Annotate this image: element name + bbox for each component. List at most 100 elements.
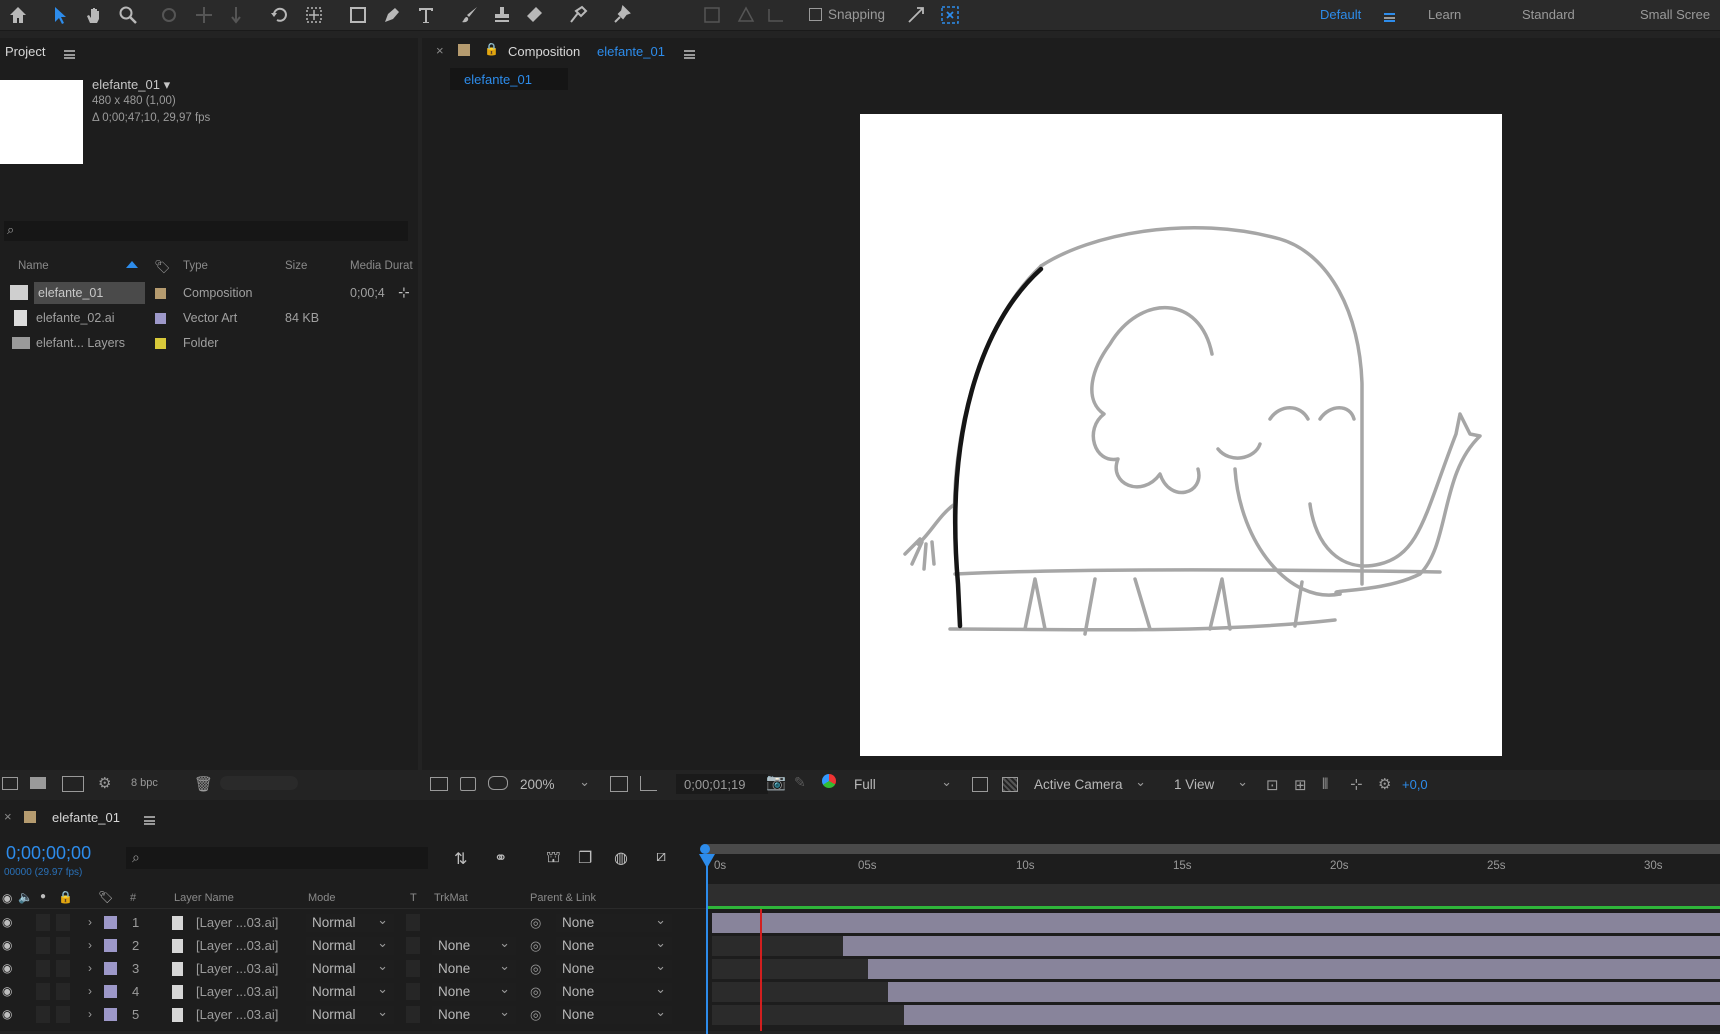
layer-duration-bar[interactable] — [843, 936, 1720, 956]
layer-mode-dropdown[interactable]: Normal — [306, 980, 394, 1001]
workspace-learn[interactable]: Learn — [1428, 7, 1461, 22]
time-ruler[interactable]: 0s 05s 10s 15s 20s 25s 30s — [706, 854, 1720, 884]
vr-view-icon[interactable] — [488, 776, 508, 790]
eye-icon[interactable]: ◉ — [2, 915, 12, 929]
dolly-camera-icon[interactable] — [224, 3, 248, 27]
label-tag-icon[interactable]: 🏷 — [154, 259, 171, 275]
eye-icon[interactable]: ◉ — [2, 961, 12, 975]
clone-stamp-tool-icon[interactable] — [490, 3, 514, 27]
solo-toggle[interactable] — [36, 983, 50, 1000]
preserve-transparency-toggle[interactable] — [406, 1006, 420, 1023]
layer-mode-dropdown[interactable]: Normal — [306, 1003, 394, 1024]
graph-editor-icon[interactable]: ⧄ — [656, 848, 666, 866]
selection-tool-icon[interactable] — [48, 3, 72, 27]
preview-icon[interactable] — [460, 777, 476, 791]
preserve-transparency-toggle[interactable] — [406, 983, 420, 1000]
layer-duration-bar[interactable] — [903, 1005, 1720, 1025]
parent-link-dropdown[interactable]: None — [556, 957, 672, 978]
label-color-swatch[interactable] — [155, 338, 166, 349]
motion-blur-icon[interactable]: ◍ — [614, 848, 628, 868]
eraser-tool-icon[interactable] — [522, 3, 546, 27]
always-preview-icon[interactable] — [430, 777, 448, 791]
eye-icon[interactable]: ◉ — [2, 1007, 12, 1021]
project-item-row[interactable]: elefante_01 Composition 0;00;4 ⊹ — [0, 282, 418, 305]
project-item-row[interactable]: elefant... Layers Folder — [0, 332, 418, 355]
layer-mode-dropdown[interactable]: Normal — [306, 934, 394, 955]
solo-toggle[interactable] — [36, 937, 50, 954]
timeline-layer-row[interactable]: ◉ › 3 [Layer ...03.ai] Normal None ◎ None — [0, 957, 1720, 980]
column-parent-link[interactable]: Parent & Link — [530, 892, 596, 904]
flowchart-icon[interactable]: ⊹ — [398, 284, 410, 301]
label-tag-icon[interactable]: 🏷 — [98, 890, 113, 904]
comp-subtab[interactable]: elefante_01 — [450, 68, 568, 90]
workspace-default[interactable]: Default — [1320, 7, 1361, 22]
composition-tab-name[interactable]: elefante_01 — [597, 44, 665, 59]
lock-icon[interactable]: 🔒 — [484, 42, 499, 56]
layer-name[interactable]: [Layer ...03.ai] — [196, 915, 278, 930]
project-search-input[interactable]: ⌕ — [4, 221, 408, 241]
mask-visibility-icon[interactable] — [640, 776, 657, 791]
timeline-search-input[interactable]: ⌕ — [126, 847, 428, 869]
orbit-camera-icon[interactable] — [158, 3, 182, 27]
project-tab-label[interactable]: Project — [5, 44, 45, 59]
layer-name[interactable]: [Layer ...03.ai] — [196, 961, 278, 976]
column-size[interactable]: Size — [285, 260, 307, 272]
pick-whip-icon[interactable]: ◎ — [530, 1007, 541, 1023]
close-tab-icon[interactable]: × — [4, 809, 12, 824]
timeline-panel-menu-icon[interactable] — [144, 813, 155, 827]
camera-dropdown[interactable]: Active Camera — [1028, 773, 1152, 794]
chevron-right-icon[interactable]: › — [88, 915, 92, 929]
lock-toggle[interactable] — [56, 983, 70, 1000]
lock-toggle[interactable] — [56, 937, 70, 954]
label-color-swatch[interactable] — [104, 962, 117, 975]
eye-icon[interactable]: ◉ — [2, 984, 12, 998]
pen-tool-icon[interactable] — [380, 3, 404, 27]
chevron-right-icon[interactable]: › — [88, 961, 92, 975]
preserve-transparency-toggle[interactable] — [406, 937, 420, 954]
lock-toggle[interactable] — [56, 1006, 70, 1023]
composition-viewer-canvas[interactable] — [860, 114, 1502, 756]
parent-link-dropdown[interactable]: None — [556, 980, 672, 1001]
layer-mode-dropdown[interactable]: Normal — [306, 957, 394, 978]
label-color-swatch[interactable] — [155, 288, 166, 299]
pick-whip-icon[interactable]: ◎ — [530, 938, 541, 954]
layer-duration-bar[interactable] — [712, 913, 1720, 933]
solo-toggle[interactable] — [36, 1006, 50, 1023]
parent-link-dropdown[interactable]: None — [556, 1003, 672, 1024]
layer-duration-bar[interactable] — [888, 982, 1720, 1002]
sort-ascending-icon[interactable] — [126, 261, 138, 268]
trkmat-dropdown[interactable]: None — [432, 934, 516, 955]
label-color-swatch[interactable] — [104, 916, 117, 929]
pick-whip-icon[interactable]: ◎ — [530, 915, 541, 931]
snap-features-icon[interactable] — [938, 3, 962, 27]
pan-camera-icon[interactable] — [192, 3, 216, 27]
rectangle-tool-icon[interactable] — [346, 3, 370, 27]
type-tool-icon[interactable] — [414, 3, 438, 27]
timeline-layer-row[interactable]: ◉ › 4 [Layer ...03.ai] Normal None ◎ None — [0, 980, 1720, 1003]
project-panel-menu-icon[interactable] — [64, 47, 75, 61]
axis-local-icon[interactable] — [734, 3, 758, 27]
column-media-duration[interactable]: Media Durat — [350, 260, 413, 272]
pick-whip-icon[interactable]: ◎ — [530, 961, 541, 977]
trkmat-dropdown[interactable]: None — [432, 980, 516, 1001]
toggle-pixel-aspect-icon[interactable]: ⊡ — [1266, 776, 1279, 794]
label-color-swatch[interactable] — [104, 939, 117, 952]
new-folder-icon[interactable] — [30, 777, 46, 789]
composition-tab-prefix[interactable]: Composition — [508, 44, 580, 59]
audio-icon[interactable]: 🔈 — [18, 890, 33, 904]
timeline-layer-row[interactable]: ◉ › 1 [Layer ...03.ai] Normal ◎ None — [0, 911, 1720, 934]
chevron-right-icon[interactable]: › — [88, 1007, 92, 1021]
workspace-standard[interactable]: Standard — [1522, 7, 1575, 22]
layer-duration-bar[interactable] — [868, 959, 1720, 979]
rotation-tool-icon[interactable] — [268, 3, 292, 27]
new-composition-icon[interactable] — [62, 776, 84, 792]
layer-name[interactable]: [Layer ...03.ai] — [196, 938, 278, 953]
align-icon[interactable] — [700, 3, 724, 27]
comp-mini-flowchart-icon[interactable]: ⇅ — [454, 849, 467, 869]
view-layout-dropdown[interactable]: 1 View — [1168, 773, 1254, 794]
transparency-grid-icon[interactable] — [1002, 777, 1018, 792]
grid-guide-icon[interactable] — [610, 776, 628, 792]
selected-comp-name[interactable]: elefante_01 ▾ — [92, 77, 170, 93]
anchor-point-tool-icon[interactable] — [302, 3, 326, 27]
pick-whip-icon[interactable]: ◎ — [530, 984, 541, 1000]
